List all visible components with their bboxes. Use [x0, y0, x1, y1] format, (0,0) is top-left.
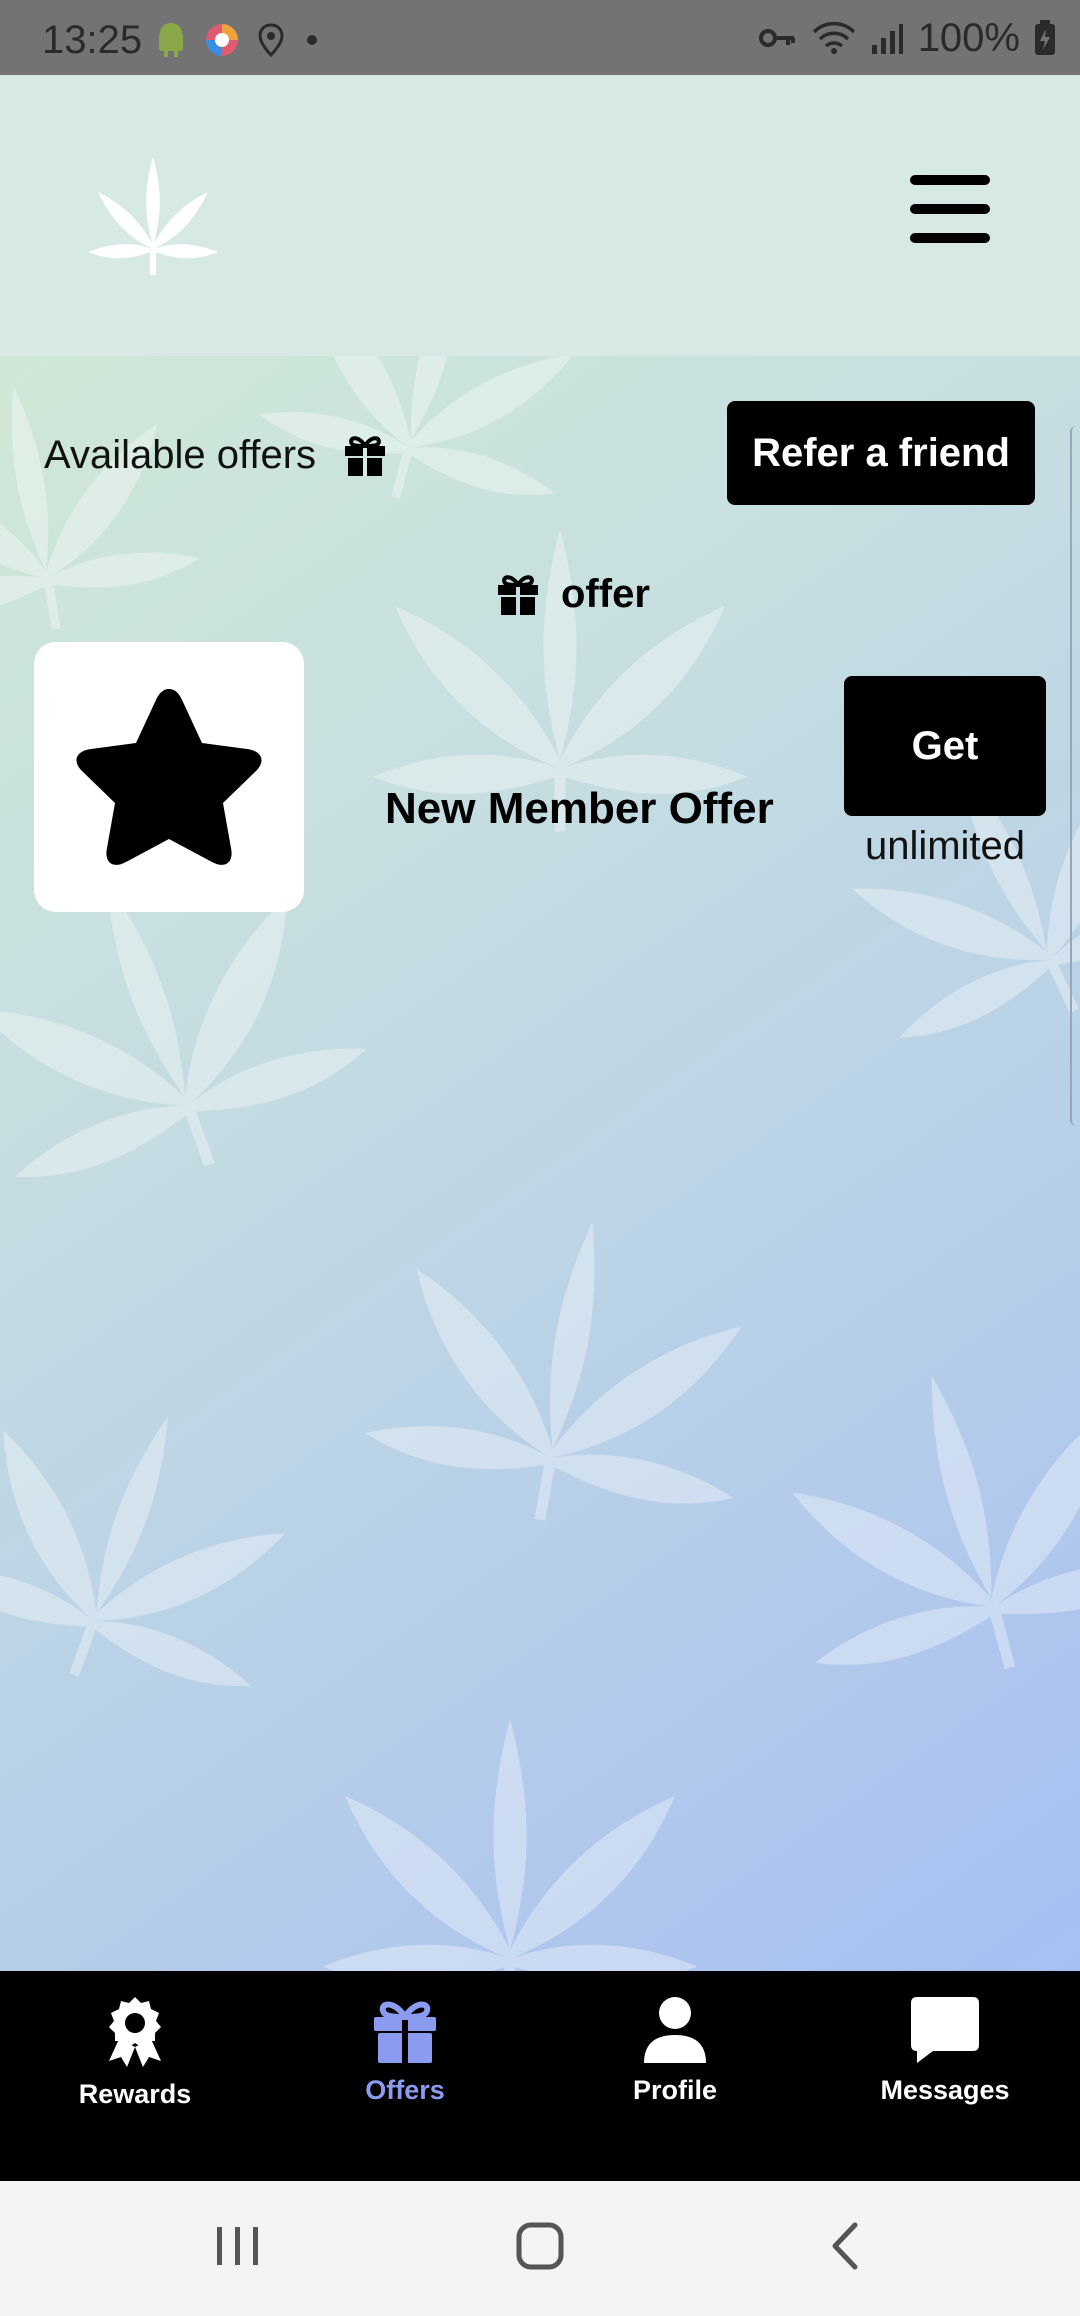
system-navigation-bar	[0, 2181, 1080, 2316]
back-icon[interactable]	[825, 2221, 865, 2271]
leaf-logo-icon[interactable]	[88, 157, 218, 277]
dot-icon	[307, 35, 317, 45]
available-offers-title: Available offers	[44, 432, 317, 477]
nav-item-rewards[interactable]: Rewards	[0, 1971, 270, 2181]
browser-icon	[206, 24, 238, 56]
gift-icon	[345, 436, 386, 476]
status-time: 13:25	[42, 18, 143, 62]
offer-thumbnail	[34, 642, 304, 912]
nav-label-profile: Profile	[632, 2075, 718, 2105]
wifi-icon	[812, 21, 855, 54]
app-header	[0, 75, 1080, 356]
android-icon	[159, 23, 183, 57]
nav-label-rewards: Rewards	[78, 2079, 192, 2109]
offer-section-heading: offer	[495, 571, 650, 617]
hamburger-menu-icon[interactable]	[910, 175, 1010, 255]
battery-icon	[1035, 20, 1055, 55]
offer-heading-label: offer	[561, 571, 650, 616]
message-icon	[911, 1997, 979, 2063]
scroll-edge	[1070, 426, 1080, 1126]
get-offer-button[interactable]: Get	[844, 676, 1046, 816]
location-icon	[258, 23, 284, 57]
award-icon	[109, 1997, 161, 2067]
gift-icon	[498, 575, 538, 615]
offer-title: New Member Offer	[385, 784, 774, 833]
nav-item-offers[interactable]: Offers	[270, 1971, 540, 2181]
refer-a-friend-button[interactable]: Refer a friend	[727, 401, 1035, 505]
bottom-navigation: Rewards Offers Profile Messages	[0, 1971, 1080, 2181]
vpn-key-icon	[758, 29, 795, 47]
nav-item-messages[interactable]: Messages	[810, 1971, 1080, 2181]
offers-page: Available offers Refer a friend offer Ne…	[0, 356, 1080, 1971]
home-icon[interactable]	[515, 2221, 565, 2271]
offer-limit: unlimited	[864, 824, 1026, 868]
user-icon	[644, 1997, 706, 2063]
recent-apps-icon[interactable]	[215, 2221, 261, 2271]
battery-percent: 100%	[917, 15, 1020, 60]
signal-icon	[871, 24, 903, 54]
gift-icon	[374, 2001, 436, 2063]
star-icon	[76, 689, 262, 865]
nav-item-profile[interactable]: Profile	[540, 1971, 810, 2181]
status-bar: 13:25 100%	[0, 0, 1080, 75]
nav-label-messages: Messages	[880, 2075, 1010, 2105]
available-offers-heading: Available offers	[44, 432, 388, 478]
nav-label-offers: Offers	[365, 2075, 445, 2105]
